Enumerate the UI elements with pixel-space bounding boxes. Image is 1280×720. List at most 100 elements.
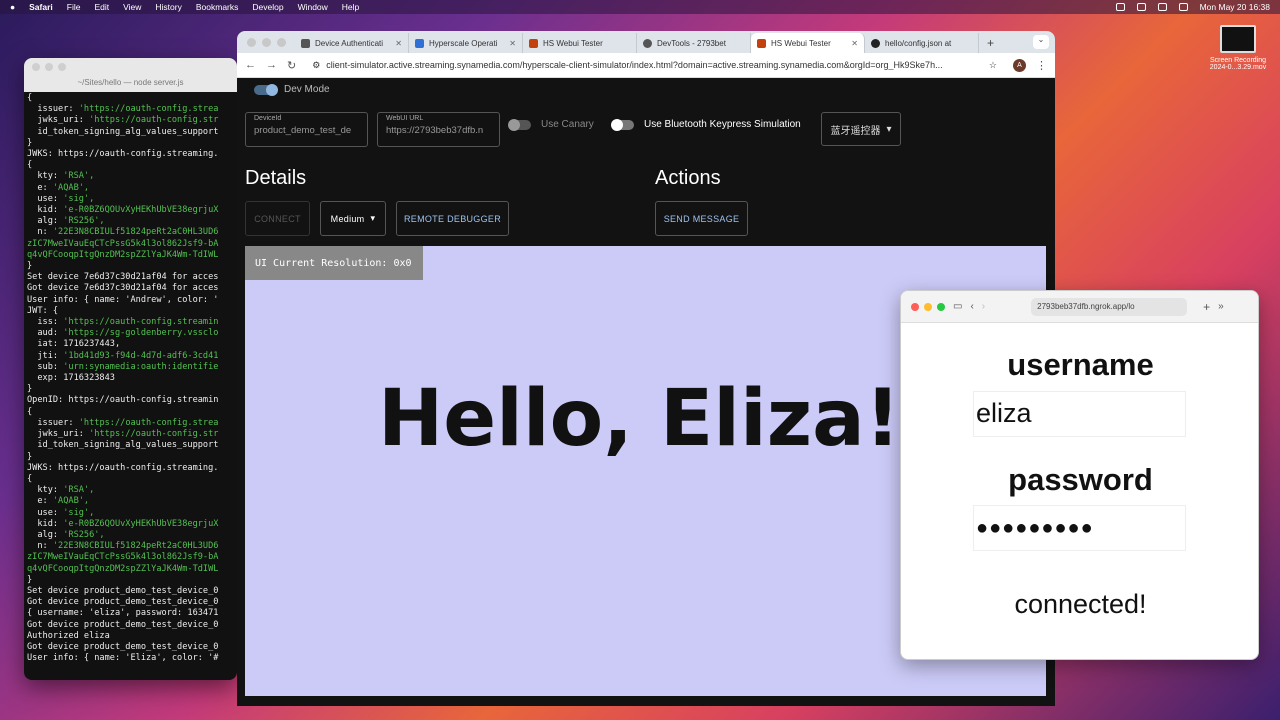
- tab-hs-webui-tester-active[interactable]: HS Webui Tester ✕: [751, 33, 865, 53]
- bluetooth-label: Use Bluetooth Keypress Simulation: [644, 119, 801, 130]
- close-icon[interactable]: [911, 302, 919, 311]
- minimize-icon[interactable]: [262, 38, 271, 47]
- terminal-line: }: [27, 137, 33, 148]
- terminal-line: {: [27, 406, 33, 417]
- back-icon[interactable]: ←: [245, 59, 256, 71]
- close-tab-icon[interactable]: ✕: [395, 39, 402, 48]
- terminal-titlebar[interactable]: ~/Sites/hello — node server.js: [24, 58, 237, 92]
- minimize-icon[interactable]: [45, 63, 53, 71]
- browser-toolbar: ← → ↻ ⚙ client-simulator.active.streamin…: [237, 53, 1055, 78]
- tab-search-icon[interactable]: ⌄: [1033, 35, 1049, 49]
- menu-bookmarks[interactable]: Bookmarks: [196, 2, 239, 12]
- username-input[interactable]: eliza: [973, 391, 1186, 437]
- menu-file[interactable]: File: [67, 2, 81, 12]
- connection-status: connected!: [1014, 589, 1147, 619]
- use-canary-row: Use Canary: [508, 118, 594, 131]
- menu-history[interactable]: History: [155, 2, 181, 12]
- sidebar-icon[interactable]: ▭: [953, 301, 962, 312]
- terminal-line: e: 'AQAB',: [27, 496, 90, 507]
- terminal-line: zIC7MweIVauEqCTcPssG5k4l3ol862Jsf9-bA: [27, 238, 219, 249]
- menu-view[interactable]: View: [123, 2, 141, 12]
- close-icon[interactable]: [32, 63, 40, 71]
- remote-debugger-button[interactable]: REMOTE DEBUGGER: [396, 201, 509, 236]
- send-message-button[interactable]: SEND MESSAGE: [655, 201, 748, 236]
- tab-overview-icon[interactable]: »: [1218, 301, 1224, 312]
- record-status-icon[interactable]: [1115, 3, 1125, 11]
- reload-icon[interactable]: ↻: [287, 59, 296, 72]
- quality-select[interactable]: Medium ▾: [320, 201, 386, 236]
- connect-button[interactable]: CONNECT: [245, 201, 310, 236]
- mini-address-bar[interactable]: 2793beb37dfb.ngrok.app/lo: [1031, 297, 1188, 316]
- app-menu[interactable]: Safari: [29, 2, 53, 12]
- github-icon: [871, 38, 880, 48]
- minimize-icon[interactable]: [924, 302, 932, 311]
- new-tab-icon[interactable]: +: [1203, 300, 1210, 314]
- zoom-icon[interactable]: [277, 38, 286, 47]
- terminal-line: { username: 'eliza', password: 163471: [27, 608, 219, 619]
- webui-url-value: https://2793beb37dfb.n: [386, 125, 484, 136]
- tab-hyperscale-operations[interactable]: Hyperscale Operati ✕: [409, 33, 523, 53]
- search-icon[interactable]: [1178, 3, 1188, 11]
- dev-mode-toggle[interactable]: [254, 83, 278, 96]
- zoom-icon[interactable]: [937, 302, 945, 311]
- more-menu-icon[interactable]: ⋮: [1036, 59, 1047, 72]
- use-canary-label: Use Canary: [541, 119, 594, 130]
- zoom-icon[interactable]: [58, 63, 66, 71]
- details-heading: Details: [245, 167, 307, 189]
- back-icon[interactable]: ‹: [970, 301, 973, 312]
- terminal-line: Set device 7e6d37c30d21af04 for acces: [27, 272, 219, 283]
- terminal-line: use: 'sig',: [27, 507, 95, 518]
- device-id-label: DeviceId: [254, 115, 282, 122]
- terminal-line: use: 'sig',: [27, 193, 95, 204]
- devtools-icon: [643, 38, 652, 48]
- new-tab-button[interactable]: +: [979, 33, 1002, 53]
- menu-develop[interactable]: Develop: [252, 2, 283, 12]
- resolution-indicator: UI Current Resolution: 0x0: [245, 246, 423, 280]
- remote-type-select[interactable]: 蓝牙遥控器 ▾: [821, 112, 901, 146]
- terminal-output[interactable]: { issuer: 'https://oauth-config.strea jw…: [24, 92, 237, 677]
- battery-icon[interactable]: [1157, 3, 1167, 11]
- dev-mode-toggle-row: Dev Mode: [254, 83, 330, 96]
- window-controls: [911, 302, 945, 311]
- quality-value: Medium: [330, 213, 365, 224]
- chevron-down-icon: ▾: [886, 123, 892, 135]
- tab-hs-webui-tester[interactable]: HS Webui Tester: [523, 33, 637, 53]
- wifi-icon[interactable]: [1136, 3, 1146, 11]
- tab-device-authentication[interactable]: Device Authenticati ✕: [295, 33, 409, 53]
- forward-icon[interactable]: →: [266, 59, 277, 71]
- menu-window[interactable]: Window: [298, 2, 328, 12]
- forward-icon[interactable]: ›: [982, 301, 985, 312]
- site-info-icon[interactable]: ⚙: [312, 60, 320, 71]
- terminal-line: jti: '1bd41d93-f94d-4d7d-adf6-3cd41: [27, 350, 219, 361]
- terminal-line: n: '22E3N8CBIULf51824peRt2aC0HL3UD6: [27, 227, 219, 238]
- webui-url-field[interactable]: WebUI URL https://2793beb37dfb.n: [377, 112, 500, 147]
- close-icon[interactable]: [247, 38, 256, 47]
- tab-github-config[interactable]: hello/config.json at: [865, 33, 979, 53]
- terminal-line: Got device product_demo_test_device_0: [27, 597, 219, 608]
- desktop-recording-file[interactable]: Screen Recording 2024-0...3.29.mov: [1198, 25, 1278, 71]
- tab-devtools[interactable]: DevTools - 2793bet: [637, 33, 751, 53]
- menu-edit[interactable]: Edit: [94, 2, 109, 12]
- synamedia-icon: [301, 38, 310, 48]
- bluetooth-toggle[interactable]: [611, 118, 634, 131]
- url-text: client-simulator.active.streaming.syname…: [326, 60, 943, 70]
- tab-label: HS Webui Tester: [771, 38, 831, 48]
- window-controls: [247, 38, 286, 47]
- close-tab-icon[interactable]: ✕: [509, 39, 516, 48]
- window-controls: [32, 63, 66, 71]
- terminal-line: User info: { name: 'Andrew', color: ': [27, 294, 219, 305]
- clock[interactable]: Mon May 20 16:38: [1200, 2, 1270, 12]
- menu-help[interactable]: Help: [342, 2, 359, 12]
- device-id-field[interactable]: DeviceId product_demo_test_de: [245, 112, 368, 147]
- close-tab-icon[interactable]: ✕: [851, 39, 858, 48]
- terminal-line: Got device product_demo_test_device_0: [27, 641, 219, 652]
- bookmark-star-icon[interactable]: ☆: [989, 60, 997, 71]
- address-bar[interactable]: ⚙ client-simulator.active.streaming.syna…: [306, 56, 1003, 74]
- terminal-line: q4vQFCooqpItgQnzDM2spZZlYaJK4Wm-TdIWL: [27, 563, 219, 574]
- use-canary-toggle[interactable]: [508, 118, 531, 131]
- password-input[interactable]: ●●●●●●●●●: [973, 505, 1186, 551]
- profile-avatar[interactable]: A: [1013, 58, 1026, 72]
- terminal-line: {: [27, 160, 33, 171]
- apple-menu-icon[interactable]: ●: [10, 2, 15, 12]
